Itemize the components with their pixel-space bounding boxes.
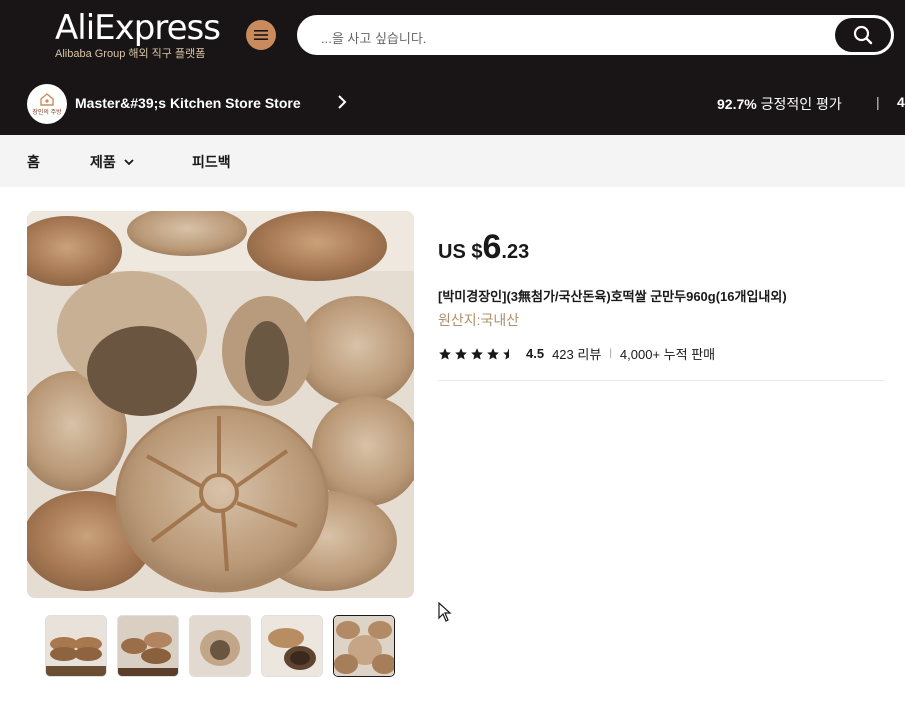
product-stats: 4.5 423 리뷰 | 4,000+ 누적 판매 xyxy=(438,344,715,363)
hamburger-icon xyxy=(254,30,268,40)
product-origin: 원산지:국내산 xyxy=(438,312,520,328)
nav-products-label: 제품 xyxy=(90,154,116,170)
info-divider xyxy=(438,380,885,381)
product-title: [박미경장인](3無첨가/국산돈육)호떡쌀 군만두960g(16개입내외) xyxy=(438,289,787,304)
rating-stars xyxy=(438,347,516,361)
thumbnail-image xyxy=(46,616,106,676)
half-star-icon xyxy=(503,347,509,360)
sold-count: 4,000+ 누적 판매 xyxy=(619,347,716,362)
thumbnail-4[interactable] xyxy=(261,615,323,677)
rating-separator: | xyxy=(876,94,880,110)
thumbnail-image xyxy=(118,616,178,676)
store-name-link[interactable]: Master&#39;s Kitchen Store Store xyxy=(75,95,301,111)
nav-feedback[interactable]: 피드백 xyxy=(192,152,231,172)
rating-score: 4.5 xyxy=(526,346,545,361)
rating-label: 긍정적인 평가 xyxy=(756,96,842,112)
followers-count-truncated: 4 xyxy=(897,94,905,110)
site-header: AliExpress Alibaba Group 해외 직구 플랫폼 ...을 … xyxy=(0,0,905,135)
star-icon xyxy=(487,347,499,360)
star-icon xyxy=(455,347,467,360)
search-bar[interactable]: ...을 사고 싶습니다. xyxy=(297,15,894,55)
nav-home[interactable]: 홈 xyxy=(27,152,40,172)
aliexpress-logo[interactable]: AliExpress Alibaba Group 해외 직구 플랫폼 xyxy=(55,8,221,61)
price-integer: 6 xyxy=(482,228,502,266)
chevron-down-icon xyxy=(124,159,134,166)
thumbnail-image xyxy=(262,616,322,676)
thumbnail-2[interactable] xyxy=(117,615,179,677)
logo-text: AliExpress xyxy=(55,8,221,48)
review-count-link[interactable]: 423 리뷰 xyxy=(552,344,601,363)
dumplings-photo xyxy=(27,211,414,598)
store-nav: 홈 제품 피드백 xyxy=(0,135,905,187)
star-icon xyxy=(439,347,451,360)
thumbnail-1[interactable] xyxy=(45,615,107,677)
stats-divider: | xyxy=(609,348,612,359)
price-decimal: .23 xyxy=(501,241,530,263)
thumbnail-image xyxy=(334,616,394,676)
thumbnail-3[interactable] xyxy=(189,615,251,677)
search-input[interactable]: ...을 사고 싶습니다. xyxy=(321,28,426,47)
store-avatar-label: 장인의 주방 xyxy=(32,110,62,116)
search-icon xyxy=(853,25,873,45)
rating-value: 92.7% xyxy=(717,96,757,112)
thumbnail-image xyxy=(190,616,250,676)
price-currency: US $ xyxy=(438,241,483,263)
store-bar: 장인의 주방 Master&#39;s Kitchen Store Store … xyxy=(0,80,905,126)
mouse-cursor-icon xyxy=(438,602,452,622)
star-icon xyxy=(471,347,483,360)
nav-products[interactable]: 제품 xyxy=(90,152,135,172)
thumbnail-5[interactable] xyxy=(333,615,395,677)
store-avatar[interactable]: 장인의 주방 xyxy=(27,84,67,124)
logo-subtitle: Alibaba Group 해외 직구 플랫폼 xyxy=(55,48,206,60)
product-main-image[interactable] xyxy=(27,211,414,598)
search-button[interactable] xyxy=(835,18,891,52)
chevron-right-icon[interactable] xyxy=(336,94,348,110)
menu-button[interactable] xyxy=(246,20,276,50)
store-logo-icon xyxy=(40,93,54,106)
product-price: US $6.23 xyxy=(438,228,529,267)
positive-rating: 92.7% 긍정적인 평가 xyxy=(717,94,842,114)
